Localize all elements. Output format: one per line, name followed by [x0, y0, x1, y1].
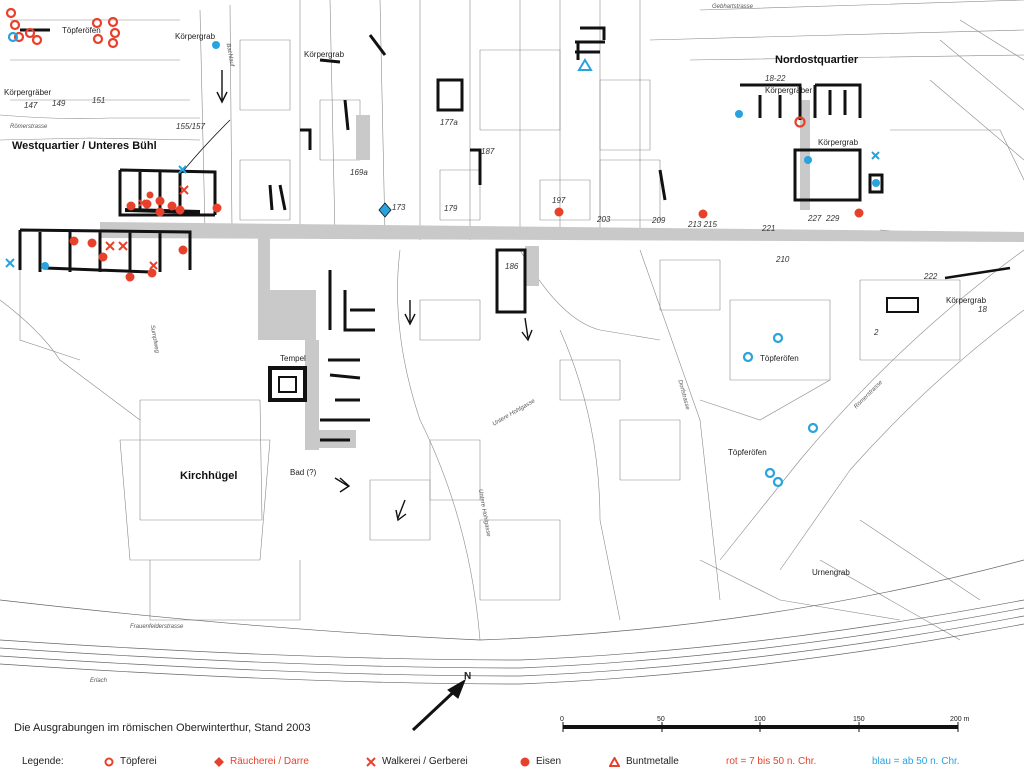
street-erlach: Erlach [90, 678, 108, 684]
legend-label-tannery: Walkerei / Gerberei [382, 756, 468, 767]
legend-label-pottery: Töpferei [120, 756, 157, 767]
legend-item-tannery: Walkerei / Gerberei [366, 756, 468, 767]
urn-grave-label: Urnengrab [812, 568, 850, 577]
temple-label: Tempel [280, 354, 306, 363]
parcel-2: 2 [874, 328, 879, 337]
map-canvas [0, 0, 1024, 732]
kiln-label-nw: Töpferöfen [62, 26, 101, 35]
legend-label-iron: Eisen [536, 756, 562, 767]
roman-road [100, 100, 1024, 450]
graves-label-ne: Körpergräber [765, 86, 813, 95]
legend-item-iron: Eisen [520, 756, 561, 767]
parcel-213-215: 213 215 [688, 220, 717, 229]
parcel-18-22: 18-22 [765, 74, 786, 83]
excavation-map: Westquartier / Unteres Bühl Nordostquart… [0, 0, 1024, 773]
scale-tick-50: 50 [657, 716, 665, 723]
kiln-label-se1: Töpferöfen [760, 354, 799, 363]
legend-label-smokery: Räucherei / Darre [230, 756, 309, 767]
parcel-222: 222 [924, 272, 938, 281]
triangle-icon [609, 756, 620, 767]
parcel-151: 151 [92, 96, 106, 105]
grave-label-2: Körpergrab [304, 50, 345, 59]
pottery-rings-red [5, 7, 806, 128]
diamond-icon [214, 756, 224, 767]
grave-label-1: Körpergrab [175, 32, 216, 41]
street-frauenfelderstrasse: Frauenfelderstrasse [130, 624, 184, 630]
legend-item-smokery: Räucherei / Darre [214, 756, 309, 767]
parcel-18: 18 [978, 305, 987, 314]
legend-title: Legende: [22, 756, 64, 767]
scale-tick-100: 100 [754, 716, 766, 723]
north-arrow-icon [411, 678, 466, 732]
parcel-210: 210 [776, 255, 790, 264]
grave-label-east: Körpergrab [946, 296, 987, 305]
scale-bar [562, 722, 959, 732]
railway [0, 559, 1024, 685]
parcel-177a: 177a [440, 118, 458, 127]
bath-label: Bad (?) [290, 468, 317, 477]
parcel-229: 229 [826, 214, 840, 223]
legend-item-pottery: Töpferei [104, 756, 157, 767]
legend-label-nonferrous: Buntmetalle [626, 756, 679, 767]
dot-icon [520, 757, 530, 766]
cross-icon [366, 756, 376, 767]
northeast-quarter-label: Nordostquartier [775, 54, 859, 66]
graves-label-west: Körpergräber [4, 88, 52, 97]
scale-tick-0: 0 [560, 716, 564, 723]
parcel-173: 173 [392, 203, 406, 212]
parcel-179: 179 [444, 204, 458, 213]
legend-item-nonferrous: Buntmetalle [609, 756, 679, 767]
map-caption: Die Ausgrabungen im römischen Oberwinter… [14, 722, 311, 734]
scale-tick-200: 200 m [950, 716, 970, 723]
parcel-187: 187 [481, 147, 495, 156]
parcel-149: 149 [52, 99, 66, 108]
nonferrous-triangle-blue [577, 58, 593, 71]
grave-label-ne: Körpergrab [818, 138, 859, 147]
street-roemerstrasse-west: Römerstrasse [10, 124, 48, 130]
parcel-203: 203 [597, 215, 611, 224]
parcel-186: 186 [505, 262, 519, 271]
street-gebhartstrasse: Gebhartstrasse [712, 4, 754, 10]
ring-icon [104, 757, 114, 766]
parcel-169a: 169a [350, 168, 368, 177]
legend-period-blue: blau = ab 50 n. Chr. [872, 756, 960, 767]
parcel-197: 197 [552, 196, 566, 205]
parcel-221: 221 [762, 224, 776, 233]
legend: Legende: Töpferei Räucherei / Darre Walk… [0, 756, 1024, 772]
parcel-147: 147 [24, 101, 38, 110]
legend-period-red: rot = 7 bis 50 n. Chr. [726, 756, 817, 767]
west-quarter-label: Westquartier / Unteres Bühl [12, 140, 157, 152]
kiln-label-se2: Töpferöfen [728, 448, 767, 457]
north-label: N [464, 671, 472, 682]
scale-tick-150: 150 [853, 716, 865, 723]
church-hill-label: Kirchhügel [180, 470, 238, 482]
parcel-209: 209 [652, 216, 666, 225]
base-map-lines [0, 0, 1024, 641]
parcel-227: 227 [808, 214, 822, 223]
parcel-155: 155/157 [176, 122, 205, 131]
smoke-kiln-diamond-blue [378, 202, 392, 218]
